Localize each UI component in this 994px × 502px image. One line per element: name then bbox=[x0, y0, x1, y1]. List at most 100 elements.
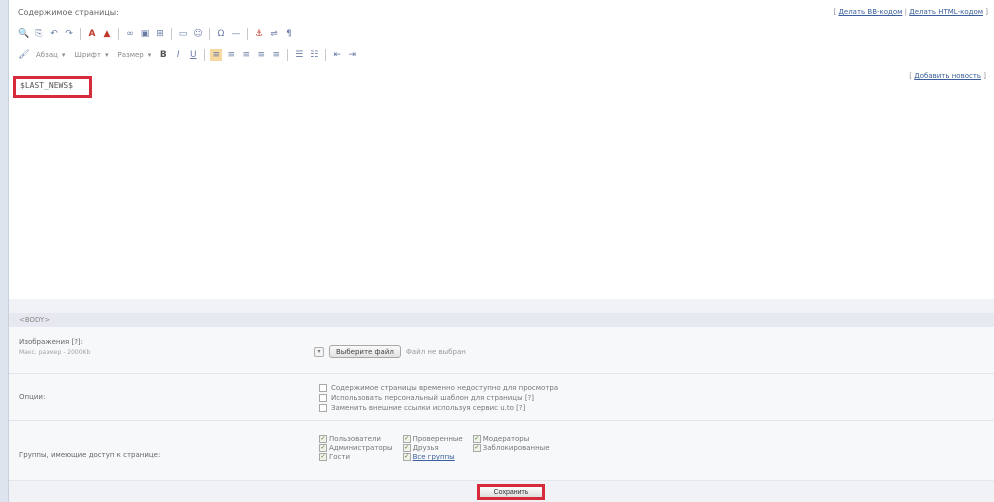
group-label: Проверенные bbox=[412, 435, 463, 443]
size-select-label: Размер bbox=[117, 51, 144, 59]
group-item[interactable]: ✓ Проверенные bbox=[402, 435, 463, 443]
all-groups-link[interactable]: Все группы bbox=[413, 453, 455, 461]
undo-icon[interactable]: ↶ bbox=[48, 28, 60, 40]
copy-icon[interactable]: ⎘ bbox=[33, 28, 45, 40]
chevron-down-icon: ▾ bbox=[61, 51, 66, 59]
images-row: Изображения [?]: Макс. размер - 2000Kb ▾… bbox=[9, 327, 994, 374]
italic-icon[interactable]: I bbox=[172, 49, 184, 61]
indent-icon[interactable]: ⇥ bbox=[346, 49, 358, 61]
groups-column: ✓ Проверенные ✓ Друзья ✓ Все группы bbox=[402, 435, 463, 461]
redo-icon[interactable]: ↷ bbox=[63, 28, 75, 40]
option-item[interactable]: Заменить внешние ссылки используя сервис… bbox=[319, 404, 558, 412]
options-row: Опции: Содержимое страницы временно недо… bbox=[9, 374, 994, 421]
underline-icon[interactable]: U bbox=[187, 49, 199, 61]
add-news-links: [ Добавить новость ] bbox=[909, 72, 986, 80]
font-select-label: Шрифт bbox=[74, 51, 101, 59]
bb-mode-link[interactable]: Делать BB-кодом bbox=[838, 8, 902, 16]
group-item[interactable]: ✓ Заблокированные bbox=[472, 444, 550, 452]
bg-color-icon[interactable]: ▲ bbox=[101, 28, 113, 40]
group-checkbox[interactable]: ✓ bbox=[402, 435, 411, 443]
group-label: Администраторы bbox=[329, 444, 393, 452]
special-char-icon[interactable]: ¶ bbox=[283, 28, 295, 40]
outdent-icon[interactable]: ⇤ bbox=[331, 49, 343, 61]
toolbar-divider bbox=[118, 28, 119, 40]
editor-statusbar bbox=[9, 299, 994, 313]
flash-icon[interactable]: ▭ bbox=[177, 28, 189, 40]
smile-icon[interactable]: ☺ bbox=[192, 28, 204, 40]
option-label: Содержимое страницы временно недоступно … bbox=[331, 384, 559, 392]
add-news-link[interactable]: Добавить новость bbox=[914, 72, 981, 80]
choose-file-button[interactable]: Выберите файл bbox=[329, 345, 401, 358]
html-mode-link[interactable]: Делать HTML-кодом bbox=[909, 8, 983, 16]
font-color-icon[interactable]: A bbox=[86, 28, 98, 40]
paragraph-select-label: Абзац bbox=[36, 51, 58, 59]
anchor-icon[interactable]: ⚓ bbox=[253, 28, 265, 40]
unordered-list-icon[interactable]: ☷ bbox=[308, 49, 320, 61]
group-checkbox[interactable]: ✓ bbox=[402, 444, 411, 452]
font-select[interactable]: Шрифт ▾ bbox=[71, 49, 111, 61]
toolbar-divider bbox=[209, 28, 210, 40]
option-label: Заменить внешние ссылки используя сервис… bbox=[331, 404, 526, 412]
table-icon[interactable]: ⊞ bbox=[154, 28, 166, 40]
group-checkbox[interactable]: ✓ bbox=[402, 453, 411, 461]
group-label: Заблокированные bbox=[482, 444, 550, 452]
options-label: Опции: bbox=[19, 393, 46, 401]
group-label: Модераторы bbox=[482, 435, 530, 443]
group-checkbox[interactable]: ✓ bbox=[319, 444, 327, 452]
option-item[interactable]: Использовать персональный шаблон для стр… bbox=[319, 394, 558, 402]
group-item[interactable]: ✓ Все группы bbox=[402, 453, 463, 461]
toolbar-divider bbox=[247, 28, 248, 40]
images-sublabel: Макс. размер - 2000Kb bbox=[19, 349, 91, 356]
image-icon[interactable]: ▣ bbox=[139, 28, 151, 40]
source-icon[interactable]: ⇌ bbox=[268, 28, 280, 40]
search-icon[interactable]: 🔍 bbox=[18, 28, 30, 40]
option-checkbox[interactable] bbox=[319, 394, 327, 402]
content-header: Содержимое страницы: [ Делать BB-кодом |… bbox=[18, 8, 988, 22]
images-label: Изображения [?]: bbox=[19, 338, 84, 346]
highlight-icon[interactable]: ≡ bbox=[210, 49, 223, 61]
file-status: Файл не выбран bbox=[405, 347, 466, 356]
groups-column: ✓ Модераторы ✓ Заблокированные bbox=[472, 435, 550, 461]
groups-list: ✓ Пользователи ✓ Администраторы ✓ Гости ✓ Пр… bbox=[319, 435, 550, 461]
add-file-icon[interactable]: ▾ bbox=[314, 346, 324, 357]
hr-icon[interactable]: — bbox=[230, 28, 242, 40]
editor-content-text[interactable]: $LAST_NEWS$ bbox=[13, 76, 92, 98]
align-center-icon[interactable]: ≡ bbox=[240, 49, 252, 61]
editor-toolbar-top: 🔍 ⎘ ↶ ↷ A ▲ ∞ ▣ ⊞ ▭ ☺ Ω — ⚓ ⇌ ¶ bbox=[18, 26, 295, 42]
pagebreak-icon[interactable]: Ω bbox=[215, 28, 227, 40]
group-item[interactable]: ✓ Гости bbox=[319, 453, 393, 461]
chevron-down-icon: ▾ bbox=[104, 51, 109, 59]
toolbar-divider bbox=[204, 49, 206, 61]
link-icon[interactable]: ∞ bbox=[124, 28, 136, 40]
options-list: Содержимое страницы временно недоступно … bbox=[319, 384, 558, 412]
option-label: Использовать персональный шаблон для стр… bbox=[331, 394, 534, 402]
paint-brush-icon[interactable]: 🖌 bbox=[18, 49, 30, 61]
group-checkbox[interactable]: ✓ bbox=[319, 453, 327, 461]
save-button[interactable]: Сохранить bbox=[477, 484, 545, 500]
group-label: Друзья bbox=[412, 444, 439, 452]
groups-row: Группы, имеющие доступ к странице: ✓ Поль… bbox=[9, 421, 994, 481]
ordered-list-icon[interactable]: ☰ bbox=[293, 49, 305, 61]
group-item[interactable]: ✓ Пользователи bbox=[319, 435, 393, 443]
group-item[interactable]: ✓ Друзья bbox=[402, 444, 463, 452]
bold-icon[interactable]: B bbox=[157, 49, 169, 61]
content-title: Содержимое страницы: bbox=[18, 8, 119, 17]
option-item[interactable]: Содержимое страницы временно недоступно … bbox=[319, 384, 558, 392]
align-left-icon[interactable]: ≡ bbox=[225, 49, 237, 61]
editor-toolbar-format: 🖌 Абзац ▾ Шрифт ▾ Размер ▾ B I U ≡ ≡ ≡ ≡ ≡ … bbox=[18, 46, 358, 64]
group-item[interactable]: ✓ Модераторы bbox=[472, 435, 550, 443]
body-tag-label: <BODY> bbox=[9, 313, 994, 327]
group-checkbox[interactable]: ✓ bbox=[472, 435, 481, 443]
size-select[interactable]: Размер ▾ bbox=[114, 49, 154, 61]
content-editor[interactable]: $LAST_NEWS$ [ Добавить новость ] bbox=[12, 72, 988, 298]
group-item[interactable]: ✓ Администраторы bbox=[319, 444, 393, 452]
option-checkbox[interactable] bbox=[319, 404, 327, 412]
align-right-icon[interactable]: ≡ bbox=[255, 49, 267, 61]
paragraph-select[interactable]: Абзац ▾ bbox=[33, 49, 68, 61]
align-justify-icon[interactable]: ≡ bbox=[270, 49, 282, 61]
groups-column: ✓ Пользователи ✓ Администраторы ✓ Гости bbox=[319, 435, 393, 461]
option-checkbox[interactable] bbox=[319, 384, 327, 392]
group-checkbox[interactable]: ✓ bbox=[472, 444, 481, 452]
group-checkbox[interactable]: ✓ bbox=[319, 435, 327, 443]
toolbar-divider bbox=[171, 28, 172, 40]
